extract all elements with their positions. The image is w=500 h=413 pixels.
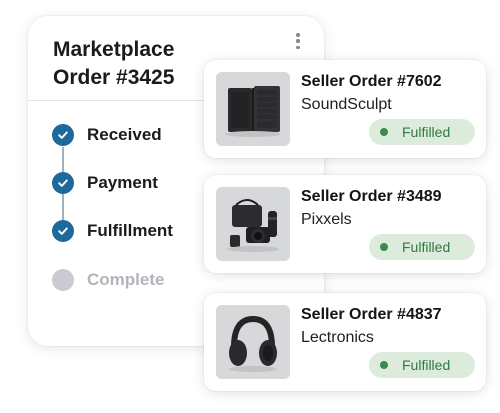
marketplace-order-title: Marketplace Order #3425 [53, 38, 175, 89]
step-label: Payment [87, 173, 158, 192]
seller-order-card[interactable]: Seller Order #4837 Lectronics Fulfilled [204, 293, 486, 391]
step-label: Fulfillment [87, 221, 173, 240]
status-badge: Fulfilled [369, 234, 475, 260]
step-label: Received [87, 125, 162, 144]
status-text: Fulfilled [402, 239, 451, 255]
status-text: Fulfilled [402, 124, 451, 140]
status-dot-icon [380, 128, 388, 136]
check-icon [52, 220, 74, 242]
status-badge: Fulfilled [369, 119, 475, 145]
status-dot-icon [380, 243, 388, 251]
check-icon [52, 172, 74, 194]
seller-order-title: Seller Order #7602 [301, 73, 442, 90]
step-label: Complete [87, 270, 165, 289]
seller-order-title: Seller Order #3489 [301, 188, 442, 205]
seller-order-title: Seller Order #4837 [301, 306, 442, 323]
seller-order-card[interactable]: Seller Order #3489 Pixxels Fulfilled [204, 175, 486, 273]
seller-name: Pixxels [301, 211, 352, 228]
pending-dot-icon [52, 269, 74, 291]
step-received: Received [52, 124, 162, 146]
seller-order-card[interactable]: Seller Order #7602 SoundSculpt Fulfilled [204, 60, 486, 158]
camera-kit-image [216, 187, 290, 261]
seller-name: SoundSculpt [301, 96, 392, 113]
step-fulfillment: Fulfillment [52, 220, 173, 242]
check-icon [52, 124, 74, 146]
status-text: Fulfilled [402, 357, 451, 373]
step-complete: Complete [52, 269, 164, 291]
order-tracking-stage: Marketplace Order #3425 Received Payment [0, 0, 500, 413]
headphones-image [216, 305, 290, 379]
speakers-image [216, 72, 290, 146]
seller-name: Lectronics [301, 329, 374, 346]
kebab-menu-icon[interactable] [294, 32, 302, 50]
status-badge: Fulfilled [369, 352, 475, 378]
divider [28, 100, 204, 101]
step-payment: Payment [52, 172, 158, 194]
status-dot-icon [380, 361, 388, 369]
